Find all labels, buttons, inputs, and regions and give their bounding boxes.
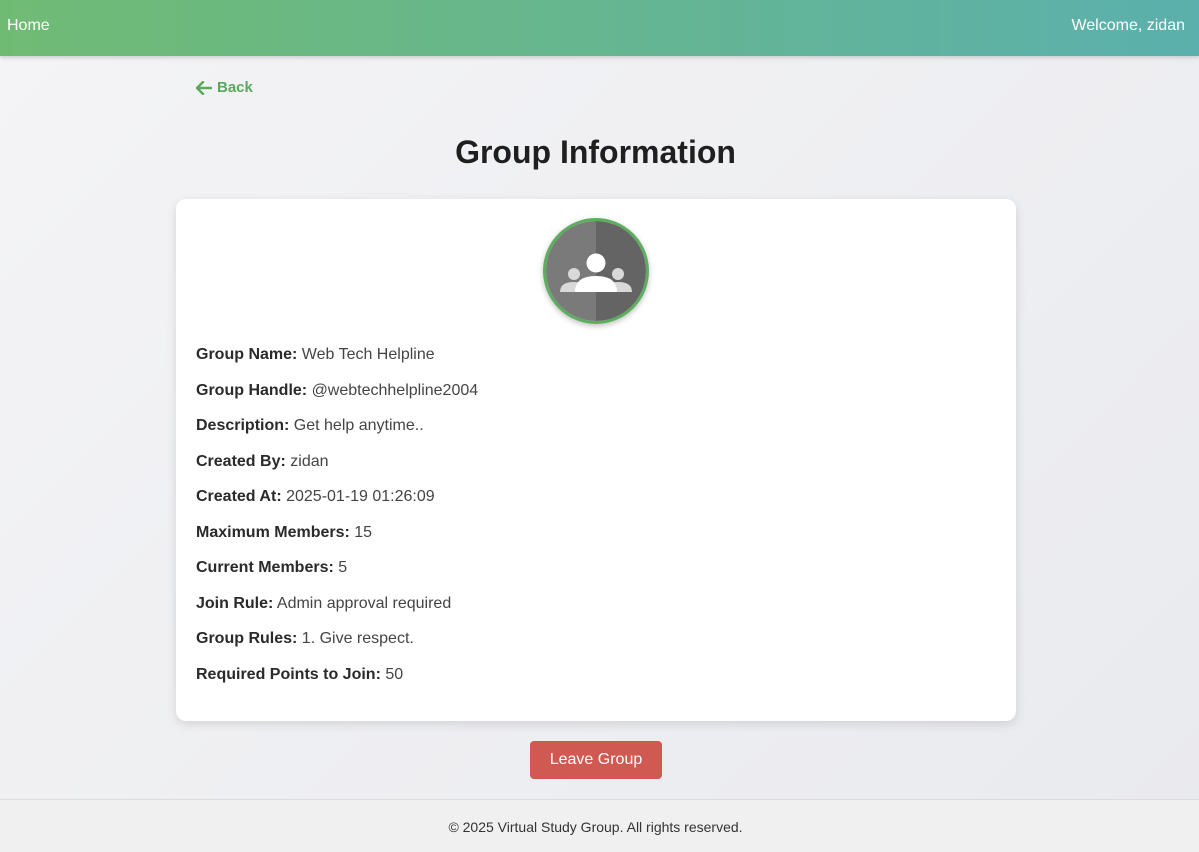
top-navbar: Home Welcome, zidan xyxy=(0,0,1199,56)
nav-home-link[interactable]: Home xyxy=(7,17,50,35)
info-label: Group Rules: xyxy=(196,630,298,647)
info-label: Created At: xyxy=(196,488,282,505)
info-current-members: Current Members: 5 xyxy=(196,559,996,595)
back-label: Back xyxy=(217,79,253,96)
group-people-icon xyxy=(546,221,646,321)
welcome-text: Welcome, zidan xyxy=(1071,17,1185,34)
info-value: Get help anytime.. xyxy=(293,417,424,434)
info-group-name: Group Name: Web Tech Helpline xyxy=(196,346,996,382)
info-label: Description: xyxy=(196,417,290,434)
info-group-rules: Group Rules: 1. Give respect. xyxy=(196,630,996,666)
group-info-card: Group Name: Web Tech Helpline Group Hand… xyxy=(176,199,1016,721)
info-value: Admin approval required xyxy=(276,594,452,612)
info-description: Description: Get help anytime.. xyxy=(196,417,996,453)
footer-copyright: © 2025 Virtual Study Group. All rights r… xyxy=(448,819,743,835)
back-link[interactable]: Back xyxy=(196,79,253,97)
info-value: 1. Give respect. xyxy=(301,630,414,647)
info-value: 2025-01-19 01:26:09 xyxy=(286,488,435,505)
info-created-at: Created At: 2025-01-19 01:26:09 xyxy=(196,488,996,524)
leave-group-button[interactable]: Leave Group xyxy=(530,741,662,779)
info-value: @webtechhelpline2004 xyxy=(311,381,479,399)
info-required-points: Required Points to Join: 50 xyxy=(196,666,996,702)
info-label: Join Rule: xyxy=(196,594,274,612)
info-label: Group Handle: xyxy=(196,381,308,399)
info-created-by: Created By: zidan xyxy=(196,453,996,489)
info-label: Maximum Members: xyxy=(196,523,350,541)
info-label: Current Members: xyxy=(196,559,334,576)
info-value: 50 xyxy=(385,665,404,683)
info-join-rule: Join Rule: Admin approval required xyxy=(196,595,996,631)
info-label: Group Name: xyxy=(196,346,298,363)
info-label: Required Points to Join: xyxy=(196,665,381,683)
info-value: zidan xyxy=(290,452,329,470)
info-group-handle: Group Handle: @webtechhelpline2004 xyxy=(196,382,996,418)
footer: © 2025 Virtual Study Group. All rights r… xyxy=(0,799,1199,852)
arrow-left-icon xyxy=(196,81,212,95)
info-value: Web Tech Helpline xyxy=(301,346,435,363)
group-avatar xyxy=(543,218,649,324)
info-value: 5 xyxy=(338,559,348,576)
info-label: Created By: xyxy=(196,452,286,470)
info-maximum-members: Maximum Members: 15 xyxy=(196,524,996,560)
page-title: Group Information xyxy=(455,134,736,170)
info-value: 15 xyxy=(354,523,373,541)
group-info-list: Group Name: Web Tech Helpline Group Hand… xyxy=(196,346,996,701)
